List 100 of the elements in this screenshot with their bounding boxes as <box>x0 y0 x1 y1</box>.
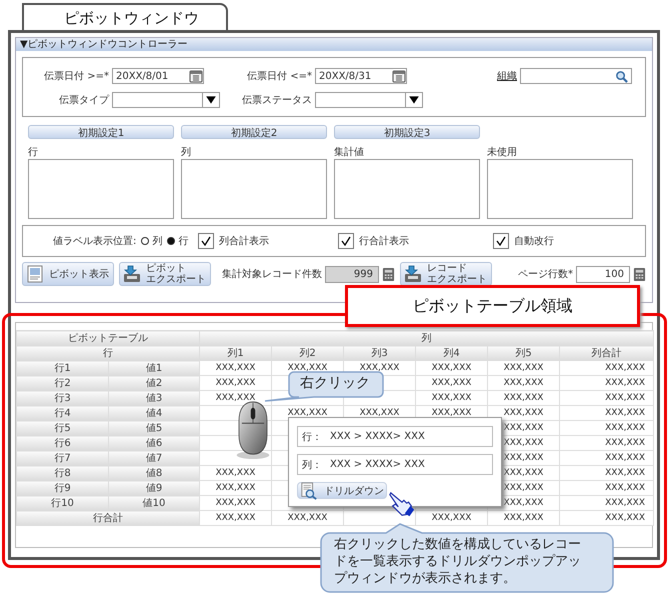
section-header[interactable]: ▼ピボットウィンドウコントローラー <box>16 38 652 51</box>
preset-button[interactable]: 初期設定3 <box>334 125 480 139</box>
table-cell[interactable]: XXX,XXX <box>560 510 654 526</box>
row-header: 行 <box>16 346 200 360</box>
checkbox[interactable] <box>338 233 354 249</box>
date-field[interactable]: 20XX/8/01 <box>112 68 204 84</box>
table-cell[interactable]: XXX,XXX <box>560 376 654 390</box>
number-field[interactable]: 100 <box>576 266 630 282</box>
table-cell[interactable]: XXX,XXX <box>416 376 488 390</box>
table-cell[interactable]: XXX,XXX <box>200 496 272 510</box>
search-field[interactable] <box>520 68 632 84</box>
value-label: 値8 <box>108 466 200 480</box>
column-header: 列5 <box>488 346 560 360</box>
column-header: 列2 <box>272 346 344 360</box>
drilldown-button[interactable]: ドリルダウン <box>297 482 387 499</box>
number-value: 999 <box>354 268 373 280</box>
table-cell[interactable]: XXX,XXX <box>200 376 272 390</box>
table-cell[interactable]: XXX,XXX <box>488 376 560 390</box>
filter-label: 伝票ステータス <box>241 94 313 107</box>
filter-label: 伝票日付 >=* <box>43 70 110 83</box>
table-cell[interactable]: XXX,XXX <box>560 466 654 480</box>
pivot-view-button[interactable]: ピボット表示 <box>22 262 114 286</box>
dropdown-field[interactable] <box>112 92 220 108</box>
value-label: 値7 <box>108 450 200 466</box>
screen-icon <box>25 264 45 284</box>
table-cell[interactable]: XXX,XXX <box>488 510 560 526</box>
table-cell[interactable]: XXX,XXX <box>560 496 654 510</box>
preset-button[interactable]: 初期設定1 <box>28 125 174 139</box>
checkbox[interactable] <box>493 233 509 249</box>
table-cell[interactable]: XXX,XXX <box>200 360 272 376</box>
row-label: 行10 <box>16 496 108 510</box>
search-icon[interactable] <box>615 70 628 82</box>
calendar-icon[interactable] <box>189 69 203 83</box>
table-cell[interactable]: XXX,XXX <box>416 360 488 376</box>
table-cell[interactable]: XXX,XXX <box>416 510 488 526</box>
export-icon <box>122 264 142 284</box>
row-label: 行1 <box>16 360 108 376</box>
radio-label: 行 <box>178 235 188 248</box>
radio-button[interactable] <box>141 237 150 245</box>
value-label: 値10 <box>108 496 200 510</box>
table-cell[interactable]: XXX,XXX <box>488 390 560 406</box>
row-label: 行5 <box>16 420 108 436</box>
option-label: 値ラベル表示位置: <box>53 234 136 248</box>
column-header: 列3 <box>344 346 416 360</box>
value-label: 値1 <box>108 360 200 376</box>
value-label: 値2 <box>108 376 200 390</box>
document-search-icon <box>300 482 318 500</box>
speech-bubble: 右クリック <box>262 371 386 402</box>
export-button[interactable]: ピボット エクスポート <box>119 262 211 286</box>
column-header: 列合計 <box>560 346 654 360</box>
path-value: XXX > XXXX> XXX <box>330 459 425 470</box>
zone-label: 列 <box>181 146 192 159</box>
value-label: 値5 <box>108 420 200 436</box>
checkbox-label: 行合計表示 <box>359 234 409 248</box>
table-cell[interactable]: XXX,XXX <box>200 466 272 480</box>
window-tab[interactable]: ピボットウィンドウ <box>22 3 228 30</box>
date-field[interactable]: 20XX/8/31 <box>315 68 407 84</box>
table-cell[interactable]: XXX,XXX <box>560 450 654 466</box>
checkbox-label: 自動改行 <box>514 235 554 248</box>
dropdown-field[interactable] <box>315 92 423 108</box>
radio-button[interactable] <box>167 237 176 245</box>
table-cell[interactable]: XXX,XXX <box>200 480 272 496</box>
field-label: 集計対象レコード件数 <box>222 268 322 281</box>
table-cell[interactable]: XXX,XXX <box>560 406 654 420</box>
region-label: ピボットテーブル領域 <box>345 285 640 327</box>
row-label: 行4 <box>16 406 108 420</box>
table-cell[interactable]: XXX,XXX <box>560 360 654 376</box>
table-cell[interactable]: XXX,XXX <box>200 510 272 526</box>
zone-label: 集計値 <box>334 146 365 159</box>
value-label: 値9 <box>108 480 200 496</box>
filter-link[interactable]: 組織 <box>431 69 520 83</box>
table-title: ピボットテーブル <box>16 330 200 346</box>
field-label: ページ行数* <box>518 268 573 281</box>
path-value: XXX > XXXX> XXX <box>330 431 425 442</box>
table-cell[interactable]: XXX,XXX <box>416 390 488 406</box>
table-cell[interactable]: XXX,XXX <box>560 480 654 496</box>
radio-label: 列 <box>152 235 162 248</box>
calculator-icon[interactable] <box>382 266 395 282</box>
calculator-icon[interactable] <box>633 266 646 282</box>
drop-zone[interactable] <box>181 159 327 219</box>
table-cell[interactable]: XXX,XXX <box>560 436 654 450</box>
preset-button[interactable]: 初期設定2 <box>181 125 327 139</box>
table-cell[interactable]: XXX,XXX <box>560 390 654 406</box>
checkbox-label: 列合計表示 <box>219 234 269 248</box>
table-cell[interactable]: XXX,XXX <box>560 420 654 436</box>
calendar-icon[interactable] <box>392 69 406 83</box>
drop-zone[interactable] <box>487 159 633 219</box>
checkbox[interactable] <box>198 233 214 249</box>
zone-label: 行 <box>28 146 39 159</box>
drop-zone[interactable] <box>334 159 480 219</box>
export-button[interactable]: レコード エクスポート <box>400 262 492 286</box>
table-cell[interactable]: XXX,XXX <box>488 360 560 376</box>
row-label: 行9 <box>16 480 108 496</box>
date-value: 20XX/8/31 <box>319 70 372 82</box>
value-label: 値6 <box>108 436 200 450</box>
table-cell[interactable]: XXX,XXX <box>272 510 344 526</box>
date-value: 20XX/8/01 <box>116 70 168 82</box>
number-value: 100 <box>604 268 624 280</box>
column-header: 列4 <box>416 346 488 360</box>
drop-zone[interactable] <box>28 159 174 219</box>
